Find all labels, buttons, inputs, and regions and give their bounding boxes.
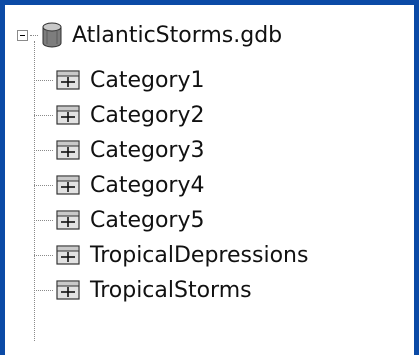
tree-connector-stub [34,254,53,256]
tree-root-geodatabase[interactable]: AtlanticStorms.gdb [17,15,282,55]
tree-connector-stub [30,34,38,36]
root-label: AtlanticStorms.gdb [72,22,283,48]
feature-class-icon [56,140,80,160]
tree-item-label: TropicalDepressions [90,242,309,268]
tree-connector-stub [34,79,53,81]
tree-item-feature-class[interactable]: Category4 [34,166,205,204]
catalog-tree-panel: AtlanticStorms.gdb Category1 Category2 Cat… [5,5,414,355]
tree-item-label: TropicalStorms [90,277,252,303]
tree-item-feature-class[interactable]: TropicalStorms [34,271,252,309]
geodatabase-icon [42,22,62,48]
tree-connector-stub [34,219,53,221]
tree-connector-stub [34,149,53,151]
tree-connector-stub [34,114,53,116]
tree-item-label: Category4 [90,172,205,198]
tree-item-label: Category3 [90,137,205,163]
tree-item-label: Category1 [90,67,205,93]
tree-item-feature-class[interactable]: Category5 [34,201,205,239]
tree-item-feature-class[interactable]: TropicalDepressions [34,236,308,274]
tree-item-feature-class[interactable]: Category3 [34,131,205,169]
feature-class-icon [56,245,80,265]
feature-class-icon [56,210,80,230]
feature-class-icon [56,280,80,300]
tree-item-feature-class[interactable]: Category2 [34,96,205,134]
feature-class-icon [56,105,80,125]
tree-item-label: Category5 [90,207,205,233]
feature-class-icon [56,70,80,90]
collapse-toggle[interactable] [17,29,28,41]
tree-item-feature-class[interactable]: Category1 [34,61,205,99]
tree-item-label: Category2 [90,102,205,128]
tree-connector-stub [34,289,53,291]
feature-class-icon [56,175,80,195]
catalog-tree: AtlanticStorms.gdb Category1 Category2 Cat… [5,5,414,355]
tree-connector-stub [34,184,53,186]
